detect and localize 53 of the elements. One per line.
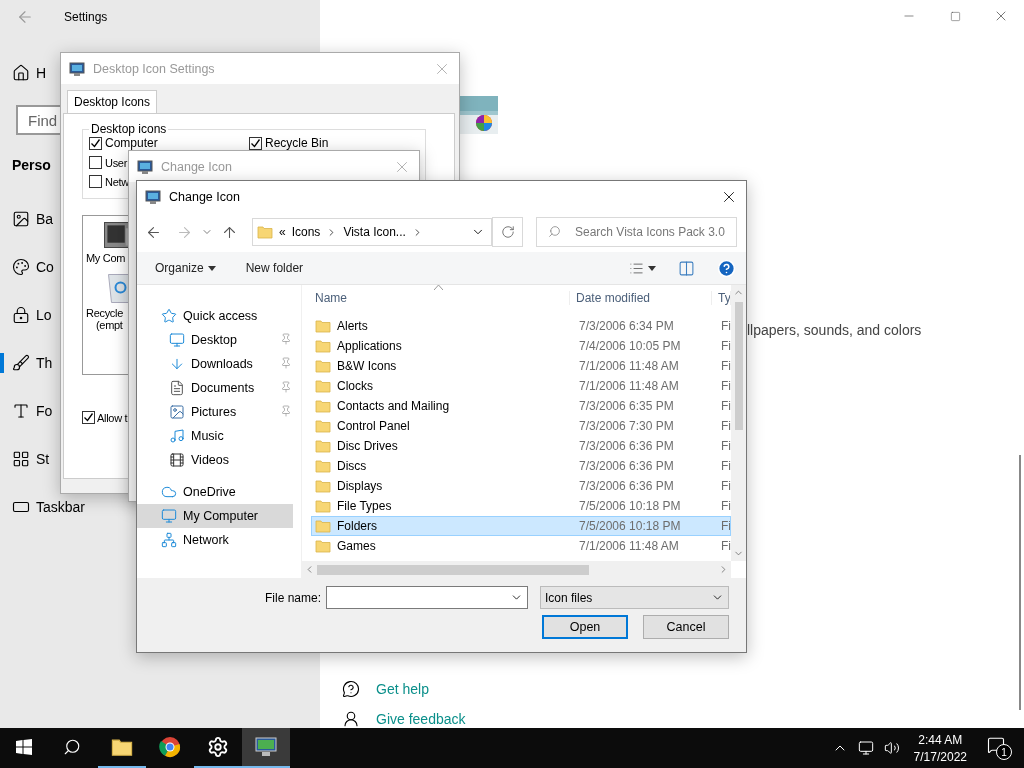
checkbox-label: User (105, 156, 128, 169)
file-name: Disc Drives (337, 439, 398, 453)
icon-label: (empt (96, 319, 123, 331)
type-cell: Fi (721, 539, 731, 553)
file-name: Games (337, 539, 376, 553)
file-name: Displays (337, 479, 383, 493)
type-cell: Fi (721, 479, 731, 493)
file-name: Contacts and Mailing (337, 399, 450, 413)
file-name: Alerts (337, 319, 368, 333)
group-label: Desktop icons (90, 122, 168, 136)
section-heading: Perso (12, 157, 51, 173)
date-cell-text: 7/1/2006 11:48 AM (579, 539, 680, 553)
file-name: Control Panel (337, 419, 410, 433)
type-cell: Fi (721, 519, 731, 533)
field-label: File name: (264, 590, 321, 605)
description-text: llpapers, sounds, and colors (747, 322, 923, 338)
window-title: Change Icon (161, 159, 233, 174)
type-cell: Fi (721, 399, 731, 413)
type-cell: Fi (721, 339, 731, 353)
type-cell: Fi (721, 379, 731, 393)
date-cell-text: 7/1/2006 11:48 AM (579, 379, 680, 393)
type-cell: Fi (721, 359, 731, 373)
notification-count: 1 (996, 744, 1012, 760)
date-cell-text: 7/3/2006 6:36 PM (579, 439, 675, 453)
type-cell: Fi (721, 319, 731, 333)
date-cell-text: 7/5/2006 10:18 PM (579, 499, 682, 513)
type-cell: Fi (721, 499, 731, 513)
window-title: Settings (64, 10, 108, 24)
date-cell-text: 7/3/2006 6:36 PM (579, 479, 675, 493)
checkbox-label: Recycle Bin (265, 136, 329, 150)
icon-label: Recycle (86, 307, 124, 319)
file-name: Folders (337, 519, 377, 533)
date-cell-text: 7/3/2006 6:34 PM (579, 319, 675, 333)
date-cell-text: 7/1/2006 11:48 AM (579, 359, 680, 373)
date-cell-text: 7/3/2006 6:36 PM (579, 459, 675, 473)
type-cell: Fi (721, 459, 731, 473)
window-title: Desktop Icon Settings (93, 61, 216, 76)
date-cell-text: 7/3/2006 6:35 PM (579, 399, 675, 413)
icon-label: My Com (86, 252, 126, 264)
checkbox-label: Allow t (97, 411, 128, 424)
checkbox-label: Computer (105, 136, 158, 150)
file-name: B&W Icons (337, 359, 397, 373)
file-name: Applications (337, 339, 402, 353)
file-name: Clocks (337, 379, 373, 393)
date-cell-text: 7/4/2006 10:05 PM (579, 339, 682, 353)
type-cell: Fi (721, 439, 731, 453)
file-name: Discs (337, 459, 367, 473)
window-title: Change Icon (169, 189, 241, 204)
date-cell-text: 7/5/2006 10:18 PM (579, 519, 682, 533)
file-name: File Types (337, 499, 392, 513)
type-cell: Fi (721, 419, 731, 433)
checkbox-label: Netw (105, 175, 129, 188)
date-cell-text: 7/3/2006 7:30 PM (579, 419, 675, 433)
